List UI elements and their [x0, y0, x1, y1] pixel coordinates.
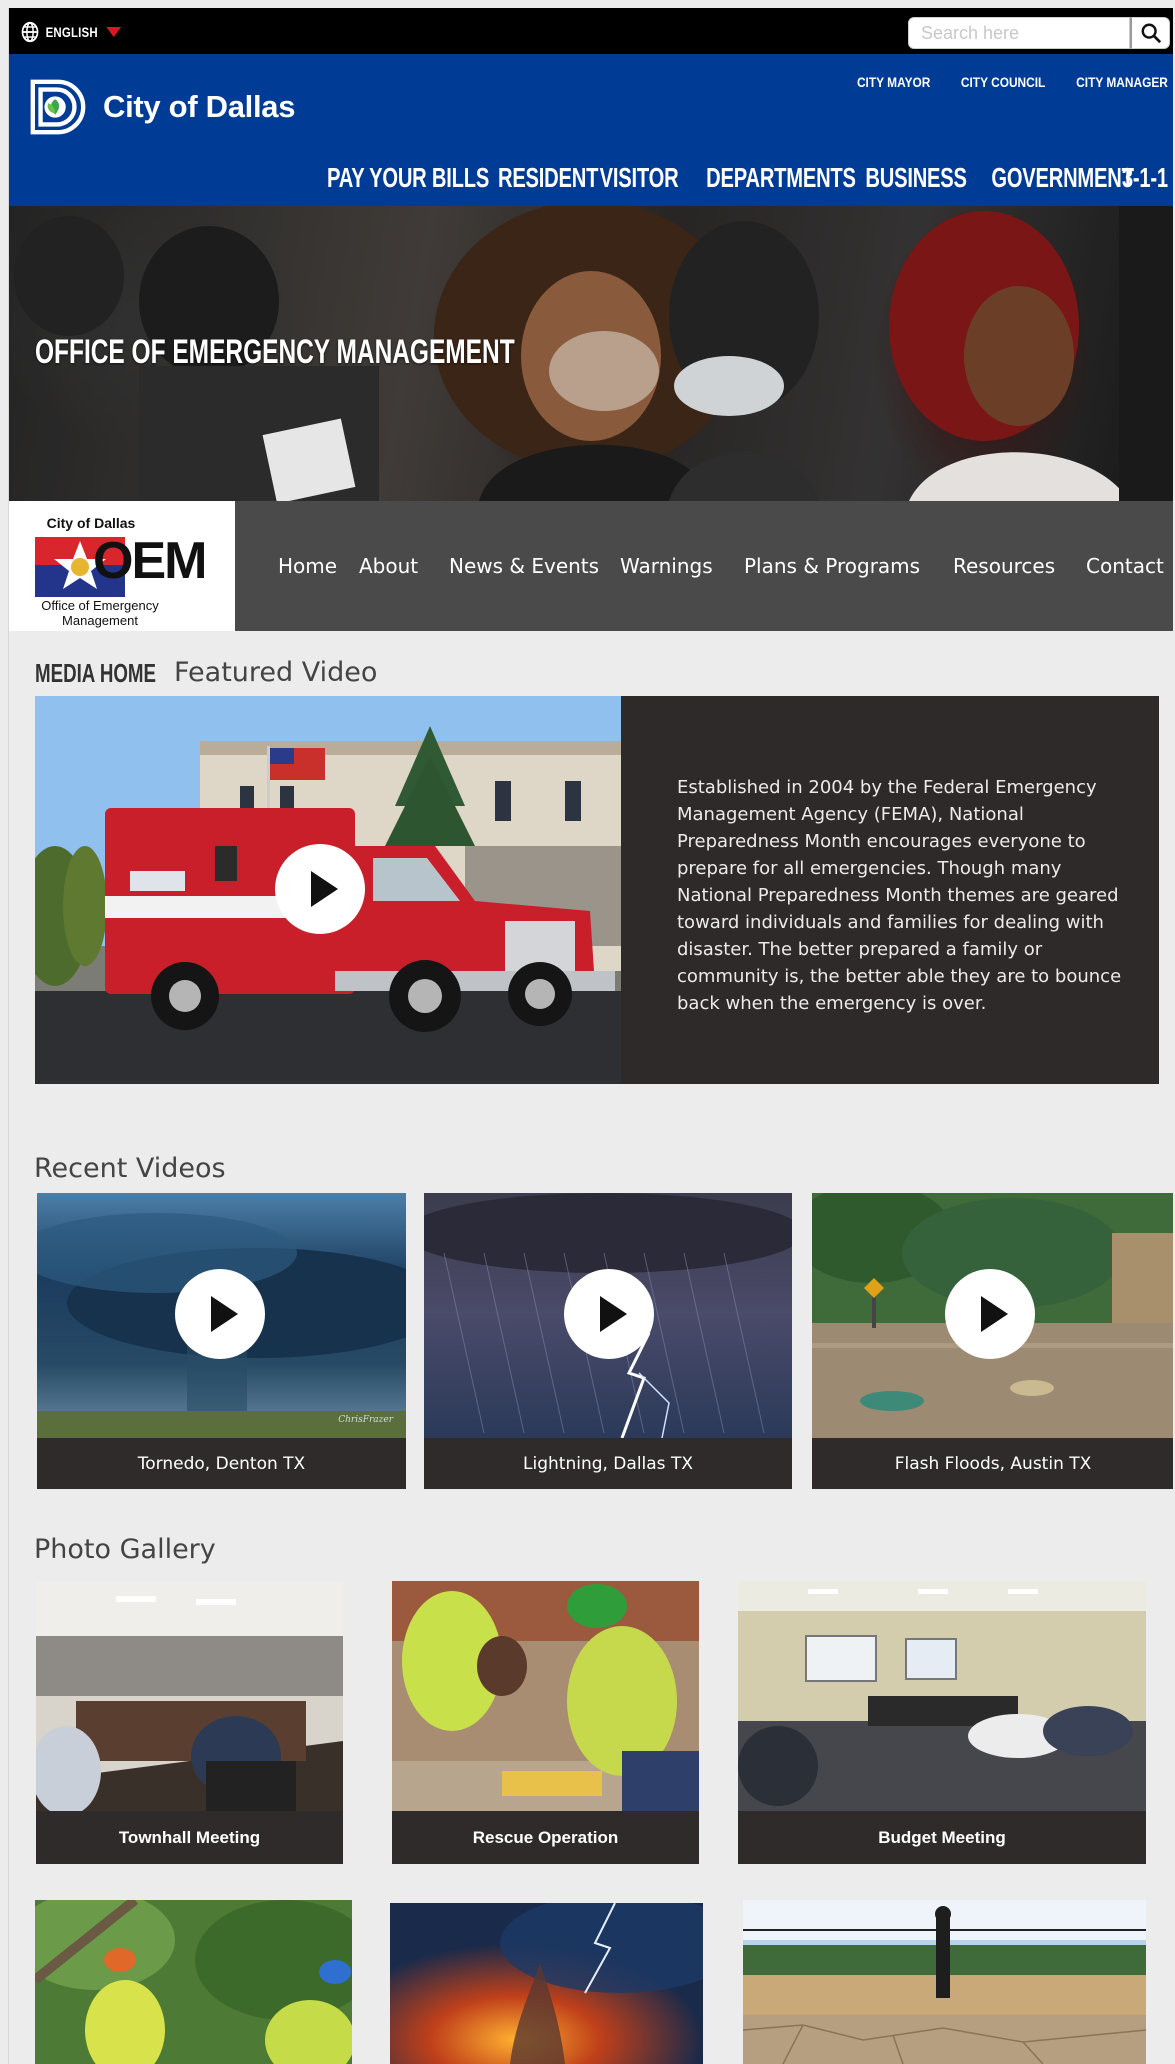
- photo-caption: Townhall Meeting: [36, 1811, 343, 1864]
- photo-townhall-meeting: [36, 1581, 343, 1811]
- oem-logo-sub-1: Office of Emergency: [41, 598, 159, 613]
- oem-nav-contact[interactable]: Contact: [1086, 554, 1164, 578]
- link-city-council[interactable]: CITY COUNCIL: [961, 74, 1045, 90]
- nav-visitor[interactable]: VISITOR: [599, 162, 678, 194]
- recent-videos-title: Recent Videos: [34, 1153, 226, 1184]
- nav-business[interactable]: BUSINESS: [865, 162, 967, 194]
- play-icon[interactable]: [945, 1269, 1035, 1359]
- nav-government[interactable]: GOVERNMENT: [992, 162, 1135, 194]
- utility-links: CITY MAYOR CITY COUNCIL CITY MANAGER: [829, 74, 1168, 90]
- oem-nav-home[interactable]: Home: [278, 554, 337, 578]
- city-logo[interactable]: City of Dallas: [27, 76, 295, 138]
- photo-card-rescue[interactable]: Rescue Operation: [392, 1581, 699, 1864]
- nav-departments[interactable]: DEPARTMENTS: [706, 162, 856, 194]
- photo-drought: [743, 1900, 1146, 2064]
- photo-card-drought[interactable]: [743, 1900, 1146, 2064]
- page: ENGLISH City of Dallas: [8, 8, 1173, 2064]
- video-watermark: ChrisFrazer: [338, 1415, 393, 1425]
- featured-video-player[interactable]: [35, 696, 621, 1084]
- oem-logo[interactable]: City of Dallas OEM Office of Emergency M…: [9, 501, 235, 631]
- featured-description: Established in 2004 by the Federal Emerg…: [677, 777, 1122, 1014]
- site-header: City of Dallas CITY MAYOR CITY COUNCIL C…: [9, 54, 1173, 206]
- language-selector[interactable]: ENGLISH: [21, 21, 121, 43]
- video-caption: Tornedo, Denton TX: [37, 1438, 406, 1489]
- oem-nav-warnings[interactable]: Warnings: [620, 554, 713, 578]
- photo-caption: Rescue Operation: [392, 1811, 699, 1864]
- top-bar: ENGLISH: [9, 8, 1173, 54]
- photo-storm-fire: [390, 1903, 703, 2064]
- photo-caption: Budget Meeting: [738, 1811, 1146, 1864]
- photo-card-budget[interactable]: Budget Meeting: [738, 1581, 1146, 1864]
- oem-nav-plans-programs[interactable]: Plans & Programs: [744, 554, 920, 578]
- caret-down-icon: [105, 27, 121, 37]
- photo-budget-meeting: [738, 1581, 1146, 1811]
- video-caption: Lightning, Dallas TX: [424, 1438, 792, 1489]
- hero-title: OFFICE OF EMERGENCY MANAGEMENT: [35, 333, 515, 371]
- play-icon[interactable]: [564, 1269, 654, 1359]
- oem-nav: Home About News & Events Warnings Plans …: [235, 501, 1173, 631]
- search-button[interactable]: [1130, 17, 1170, 49]
- nav-311[interactable]: 3-1-1: [1122, 162, 1168, 194]
- photo-card-tree-workers[interactable]: [35, 1900, 352, 2064]
- site-name: City of Dallas: [103, 89, 296, 124]
- nav-resident[interactable]: RESIDENT: [498, 162, 598, 194]
- video-card-lightning[interactable]: Lightning, Dallas TX: [424, 1193, 792, 1489]
- oem-logo-letters: OEM: [93, 532, 207, 590]
- photo-rescue-operation: [392, 1581, 699, 1811]
- link-city-mayor[interactable]: CITY MAYOR: [857, 74, 930, 90]
- search-box: [908, 17, 1172, 49]
- video-caption: Flash Floods, Austin TX: [812, 1438, 1173, 1489]
- play-icon[interactable]: [175, 1269, 265, 1359]
- link-city-manager[interactable]: CITY MANAGER: [1076, 74, 1168, 90]
- video-card-flash-floods[interactable]: Flash Floods, Austin TX: [812, 1193, 1173, 1489]
- oem-nav-resources[interactable]: Resources: [953, 554, 1055, 578]
- hero-banner: OFFICE OF EMERGENCY MANAGEMENT: [9, 206, 1173, 501]
- featured-video-title: Featured Video: [174, 657, 378, 688]
- dallas-d-logo-icon: [30, 79, 86, 135]
- play-icon[interactable]: [275, 844, 365, 934]
- photo-gallery-title: Photo Gallery: [34, 1534, 216, 1565]
- nav-pay-your-bills[interactable]: PAY YOUR BILLS: [327, 162, 489, 194]
- photo-card-storm-fire[interactable]: [390, 1903, 703, 2064]
- oem-nav-about[interactable]: About: [359, 554, 418, 578]
- search-input[interactable]: [908, 17, 1130, 49]
- media-home-link[interactable]: MEDIA HOME: [35, 658, 156, 689]
- oem-logo-sub-2: Management: [62, 613, 138, 628]
- oem-logo-top: City of Dallas: [46, 515, 136, 531]
- photo-card-townhall[interactable]: Townhall Meeting: [36, 1581, 343, 1864]
- magnifier-icon: [1141, 23, 1161, 44]
- photo-tree-workers: [35, 1900, 352, 2064]
- language-label: ENGLISH: [45, 24, 98, 40]
- oem-nav-news-events[interactable]: News & Events: [449, 554, 599, 578]
- globe-icon: [21, 21, 39, 43]
- video-card-tornado[interactable]: ChrisFrazer Tornedo, Denton TX: [37, 1193, 406, 1489]
- featured-description-panel: Established in 2004 by the Federal Emerg…: [621, 696, 1159, 1084]
- main-nav: PAY YOUR BILLS RESIDENT VISITOR DEPARTME…: [238, 162, 1168, 194]
